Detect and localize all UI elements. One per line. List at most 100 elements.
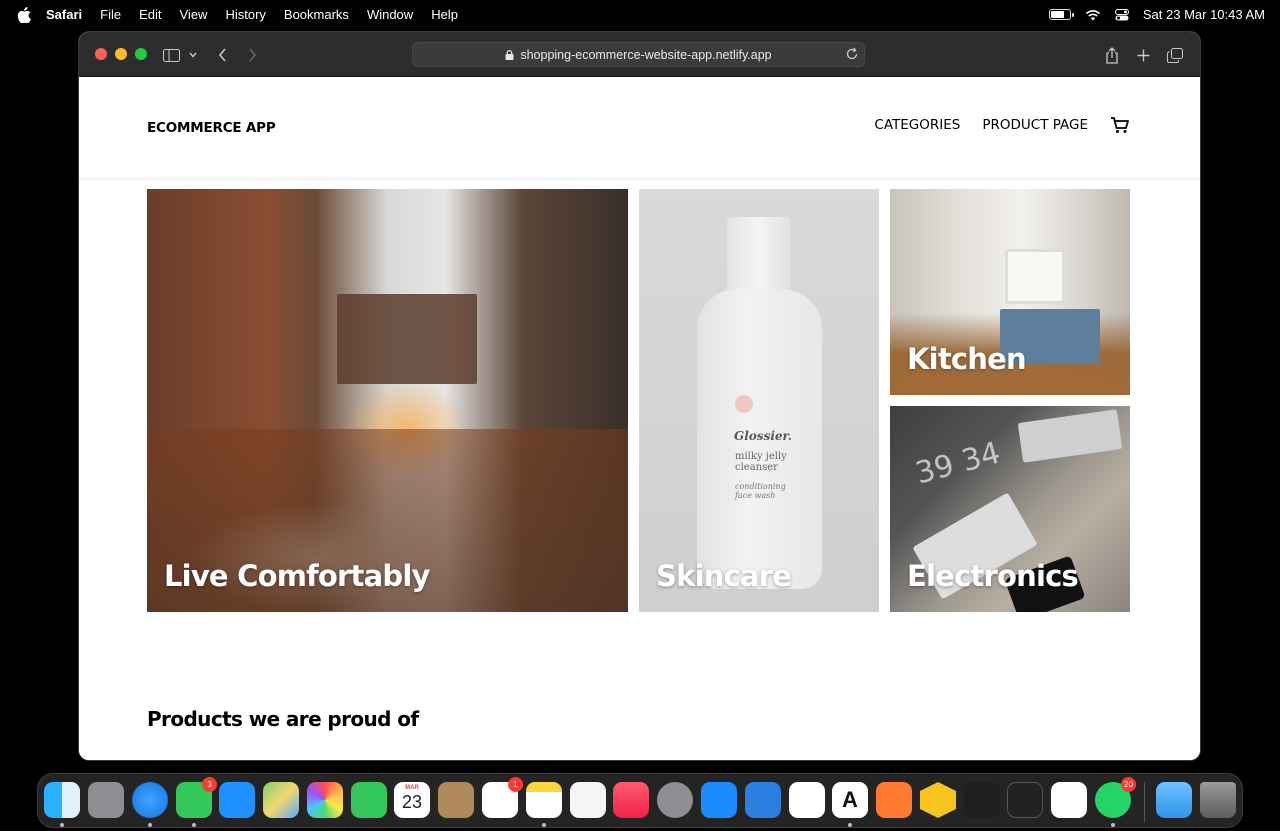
- lock-icon: [505, 49, 514, 60]
- products-section-title: Products we are proud of: [147, 707, 419, 731]
- wifi-icon[interactable]: [1085, 9, 1101, 21]
- product-name: milky jelly cleanser: [735, 451, 787, 473]
- dock-instruments-icon[interactable]: [789, 782, 825, 818]
- dock-running-dot: [1111, 823, 1115, 827]
- reload-icon[interactable]: [845, 47, 859, 61]
- nav-categories-link[interactable]: CATEGORIES: [874, 117, 960, 133]
- dock-music-icon[interactable]: [613, 782, 649, 818]
- product-desc: conditioning face wash: [735, 482, 786, 500]
- menu-file[interactable]: File: [91, 7, 130, 22]
- menu-edit[interactable]: Edit: [130, 7, 170, 22]
- dock-whatsapp-icon[interactable]: 20: [1095, 777, 1136, 818]
- sidebar-toggle-icon[interactable]: [161, 45, 181, 65]
- url-text: shopping-ecommerce-website-app.netlify.a…: [520, 47, 772, 62]
- new-tab-icon[interactable]: [1133, 45, 1153, 65]
- tile-electronics[interactable]: 39 34 Electronics: [890, 406, 1130, 612]
- battery-icon[interactable]: [1048, 9, 1074, 20]
- dock-calendar-icon[interactable]: MAR 23: [394, 782, 430, 818]
- bottle-pump-image: [727, 217, 791, 295]
- menu-clock[interactable]: Sat 23 Mar 10:43 AM: [1143, 7, 1265, 22]
- back-icon[interactable]: [212, 45, 232, 65]
- menu-app-safari[interactable]: Safari: [37, 7, 91, 22]
- dock-contacts-icon[interactable]: [438, 782, 474, 818]
- dock-mail-icon[interactable]: [219, 782, 255, 818]
- product-name-line2: cleanser: [735, 462, 778, 473]
- dock-zed-icon[interactable]: [1007, 782, 1043, 818]
- dock-xcode-icon[interactable]: [745, 782, 781, 818]
- menu-help[interactable]: Help: [422, 7, 467, 22]
- whatsapp-badge: 20: [1121, 777, 1136, 792]
- site-logo[interactable]: ECOMMERCE APP: [147, 120, 276, 136]
- product-name-line1: milky jelly: [735, 451, 787, 462]
- dock-appstore-icon[interactable]: [701, 782, 737, 818]
- browser-toolbar: shopping-ecommerce-website-app.netlify.a…: [79, 32, 1200, 77]
- glossier-logo-icon: [735, 395, 753, 413]
- address-bar[interactable]: shopping-ecommerce-website-app.netlify.a…: [412, 42, 865, 67]
- tile-label: Electronics: [907, 559, 1079, 593]
- site-header: ECOMMERCE APP CATEGORIES PRODUCT PAGE: [79, 77, 1200, 179]
- menu-view[interactable]: View: [171, 7, 217, 22]
- tile-label: Live Comfortably: [164, 559, 430, 593]
- control-center-icon[interactable]: [1114, 8, 1129, 21]
- dock-trash-icon[interactable]: [1200, 782, 1236, 818]
- reminders-badge: 1: [508, 777, 523, 792]
- share-icon[interactable]: [1102, 45, 1122, 65]
- chevron-down-icon[interactable]: [183, 45, 203, 65]
- tile-live-comfortably[interactable]: Live Comfortably: [147, 189, 628, 612]
- dock-messages-icon[interactable]: 3: [176, 777, 217, 818]
- dock-pages-icon[interactable]: [876, 782, 912, 818]
- dock-bee-icon[interactable]: [920, 782, 956, 818]
- product-desc-line1: conditioning: [735, 482, 786, 491]
- dock-anthropic-icon[interactable]: A: [832, 782, 868, 818]
- dock-reminders-icon[interactable]: 1: [482, 777, 523, 818]
- tile-skincare[interactable]: Glossier. milky jelly cleanser conditioni…: [639, 189, 879, 612]
- menu-history[interactable]: History: [216, 7, 274, 22]
- site-nav: CATEGORIES PRODUCT PAGE: [874, 116, 1130, 134]
- dock-downloads-folder-icon[interactable]: [1156, 782, 1192, 818]
- minimize-window-button[interactable]: [115, 48, 127, 60]
- dock-facetime-icon[interactable]: [351, 782, 387, 818]
- menu-window[interactable]: Window: [358, 7, 422, 22]
- zoom-window-button[interactable]: [135, 48, 147, 60]
- forward-icon[interactable]: [242, 45, 262, 65]
- kitchen-window-image: [1005, 249, 1065, 304]
- dock-running-dot: [148, 823, 152, 827]
- nav-product-page-link[interactable]: PRODUCT PAGE: [982, 117, 1088, 133]
- apple-icon[interactable]: [17, 6, 31, 23]
- dock-settings-icon[interactable]: [657, 782, 693, 818]
- cart-icon[interactable]: [1110, 116, 1130, 134]
- dock-shape-icon[interactable]: [964, 782, 1000, 818]
- product-desc-line2: face wash: [735, 491, 776, 500]
- tile-label: Skincare: [656, 559, 792, 593]
- dock-running-dot: [60, 823, 64, 827]
- battery-level-fill: [1050, 11, 1065, 18]
- dock-maps-icon[interactable]: [263, 782, 299, 818]
- close-window-button[interactable]: [95, 48, 107, 60]
- window-controls: [95, 48, 147, 60]
- dock-photos-icon[interactable]: [307, 782, 343, 818]
- dock-slack-icon[interactable]: [1051, 782, 1087, 818]
- dock-finder-icon[interactable]: [44, 782, 80, 818]
- web-page: ECOMMERCE APP CATEGORIES PRODUCT PAGE Li…: [79, 77, 1200, 760]
- dock: 3 MAR 23 1 A 20: [37, 773, 1243, 828]
- tile-kitchen[interactable]: Kitchen: [890, 189, 1130, 395]
- product-brand: Glossier.: [734, 429, 792, 443]
- tab-overview-icon[interactable]: [1165, 45, 1185, 65]
- menu-bookmarks[interactable]: Bookmarks: [275, 7, 358, 22]
- tile-label: Kitchen: [907, 342, 1027, 376]
- dock-safari-icon[interactable]: [132, 782, 168, 818]
- messages-badge: 3: [202, 777, 217, 792]
- calendar-month: MAR: [405, 785, 419, 791]
- menu-bar: Safari File Edit View History Bookmarks …: [0, 0, 1280, 29]
- laptop-image: [1017, 409, 1123, 463]
- dock-running-dot: [192, 823, 196, 827]
- dock-freeform-icon[interactable]: [570, 782, 606, 818]
- safari-window: shopping-ecommerce-website-app.netlify.a…: [79, 32, 1200, 760]
- dock-launchpad-icon[interactable]: [88, 782, 124, 818]
- electronics-numbers: 39 34: [911, 435, 1004, 492]
- dock-running-dot: [542, 823, 546, 827]
- dock-notes-icon[interactable]: [526, 782, 562, 818]
- calendar-day: 23: [401, 792, 423, 812]
- dock-running-dot: [848, 823, 852, 827]
- dock-separator: [1144, 782, 1145, 822]
